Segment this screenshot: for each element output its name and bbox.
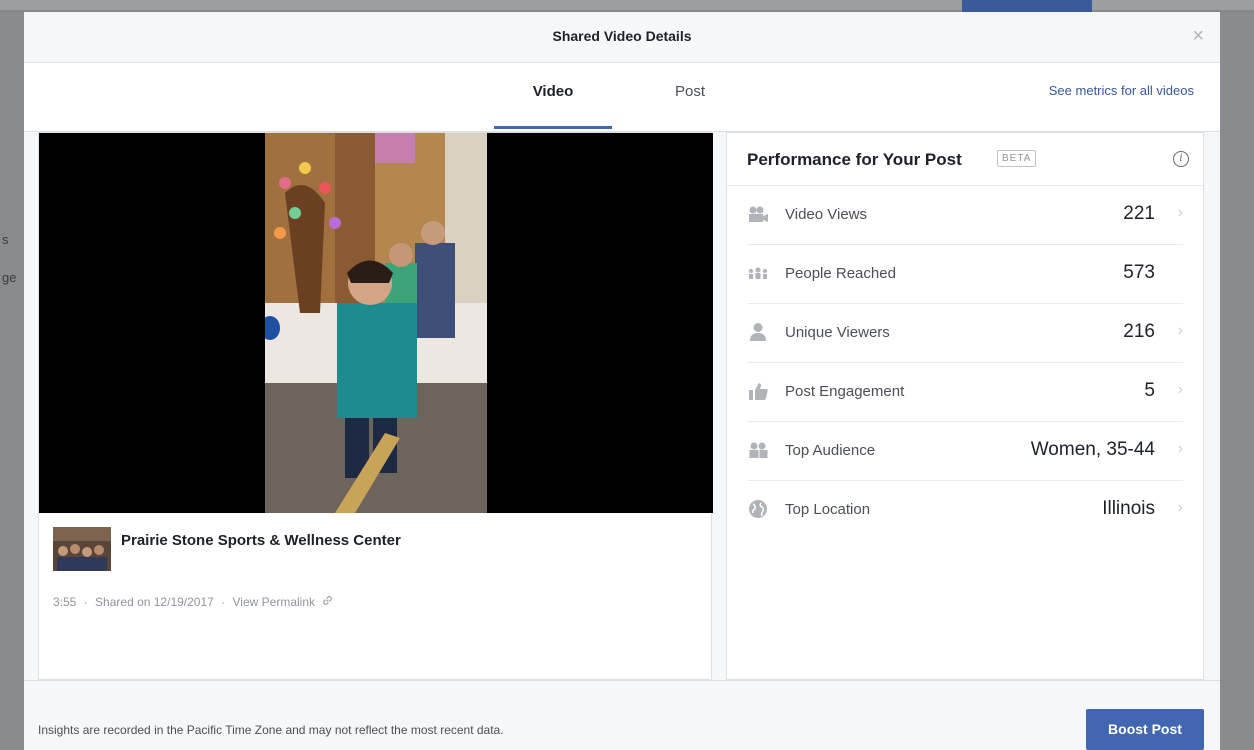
video-duration: 3:55 (53, 595, 77, 609)
dialog-header: Shared Video Details × (24, 12, 1220, 63)
performance-header: Performance for Your Post BETA i (727, 133, 1203, 186)
metric-row-people-reached: People Reached 573 (747, 245, 1183, 304)
link-icon (322, 595, 333, 609)
metric-value: 216 (1123, 321, 1155, 342)
metric-label: Video Views (785, 206, 868, 223)
video-camera-icon (747, 204, 769, 224)
chevron-right-icon: › (1177, 204, 1183, 221)
tab-bar: Video Post See metrics for all videos (24, 63, 1220, 132)
metric-label: Top Location (785, 501, 871, 518)
metric-row-video-views[interactable]: Video Views 221 › (747, 186, 1183, 245)
meta-separator: · (83, 595, 88, 609)
background-text-fragment: s (2, 232, 9, 247)
metric-row-unique-viewers[interactable]: Unique Viewers 216 › (747, 304, 1183, 363)
dialog-title: Shared Video Details (552, 28, 692, 44)
close-icon[interactable]: × (1192, 24, 1204, 48)
person-icon (747, 322, 769, 342)
video-meta: 3:55 · Shared on 12/19/2017 · View Perma… (53, 595, 337, 609)
audience-icon (747, 440, 769, 460)
metric-label: Unique Viewers (785, 324, 890, 341)
people-group-icon (747, 263, 769, 283)
page-name[interactable]: Prairie Stone Sports & Wellness Center (121, 532, 401, 549)
thumbs-up-icon (747, 381, 769, 401)
video-frame-illustration (265, 133, 487, 513)
background-text-fragment: ge (2, 270, 17, 285)
timezone-note: Insights are recorded in the Pacific Tim… (38, 723, 504, 737)
chevron-right-icon: › (1177, 440, 1183, 457)
meta-separator: · (221, 595, 226, 609)
tab-post[interactable]: Post (650, 83, 730, 129)
shared-date: Shared on 12/19/2017 (95, 595, 214, 609)
metric-value: 221 (1123, 203, 1155, 224)
content-area: Prairie Stone Sports & Wellness Center 3… (24, 132, 1220, 680)
metric-row-top-location[interactable]: Top Location Illinois › (747, 481, 1183, 539)
metric-value: 573 (1123, 262, 1155, 283)
metric-row-post-engagement[interactable]: Post Engagement 5 › (747, 363, 1183, 422)
video-card: Prairie Stone Sports & Wellness Center 3… (38, 132, 713, 680)
background-boost-button (962, 0, 1092, 12)
video-player[interactable] (39, 133, 713, 513)
metric-label: Top Audience (785, 442, 876, 459)
info-icon[interactable]: i (1173, 151, 1189, 167)
performance-card: Performance for Your Post BETA i Video V… (726, 132, 1204, 680)
beta-badge: BETA (997, 150, 1037, 167)
boost-post-button[interactable]: Boost Post (1086, 709, 1204, 750)
metric-label: Post Engagement (785, 383, 905, 400)
metric-label: People Reached (785, 265, 896, 282)
metric-value: Women, 35-44 (1030, 439, 1155, 460)
metric-row-top-audience[interactable]: Top Audience Women, 35-44 › (747, 422, 1183, 481)
metric-value: 5 (1144, 380, 1155, 401)
page-thumbnail[interactable] (53, 527, 111, 571)
globe-icon (747, 499, 769, 519)
page-thumbnail-image (53, 527, 111, 571)
metric-value: Illinois (1102, 498, 1155, 519)
tab-video[interactable]: Video (494, 83, 612, 129)
chevron-right-icon: › (1177, 381, 1183, 398)
video-still-image (265, 133, 487, 513)
shared-video-details-dialog: Shared Video Details × Video Post See me… (24, 12, 1220, 750)
view-permalink-link[interactable]: View Permalink (233, 595, 315, 609)
see-metrics-link[interactable]: See metrics for all videos (1049, 83, 1194, 98)
chevron-right-icon: › (1177, 499, 1183, 516)
chevron-right-icon: › (1177, 322, 1183, 339)
dialog-footer: Insights are recorded in the Pacific Tim… (24, 680, 1220, 750)
performance-title: Performance for Your Post (747, 150, 962, 169)
